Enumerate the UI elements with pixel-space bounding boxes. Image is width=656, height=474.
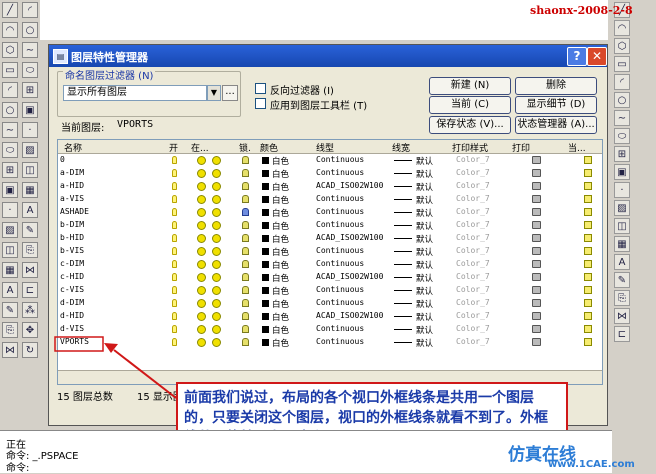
- brand-url: www.1CAE.com: [548, 459, 635, 470]
